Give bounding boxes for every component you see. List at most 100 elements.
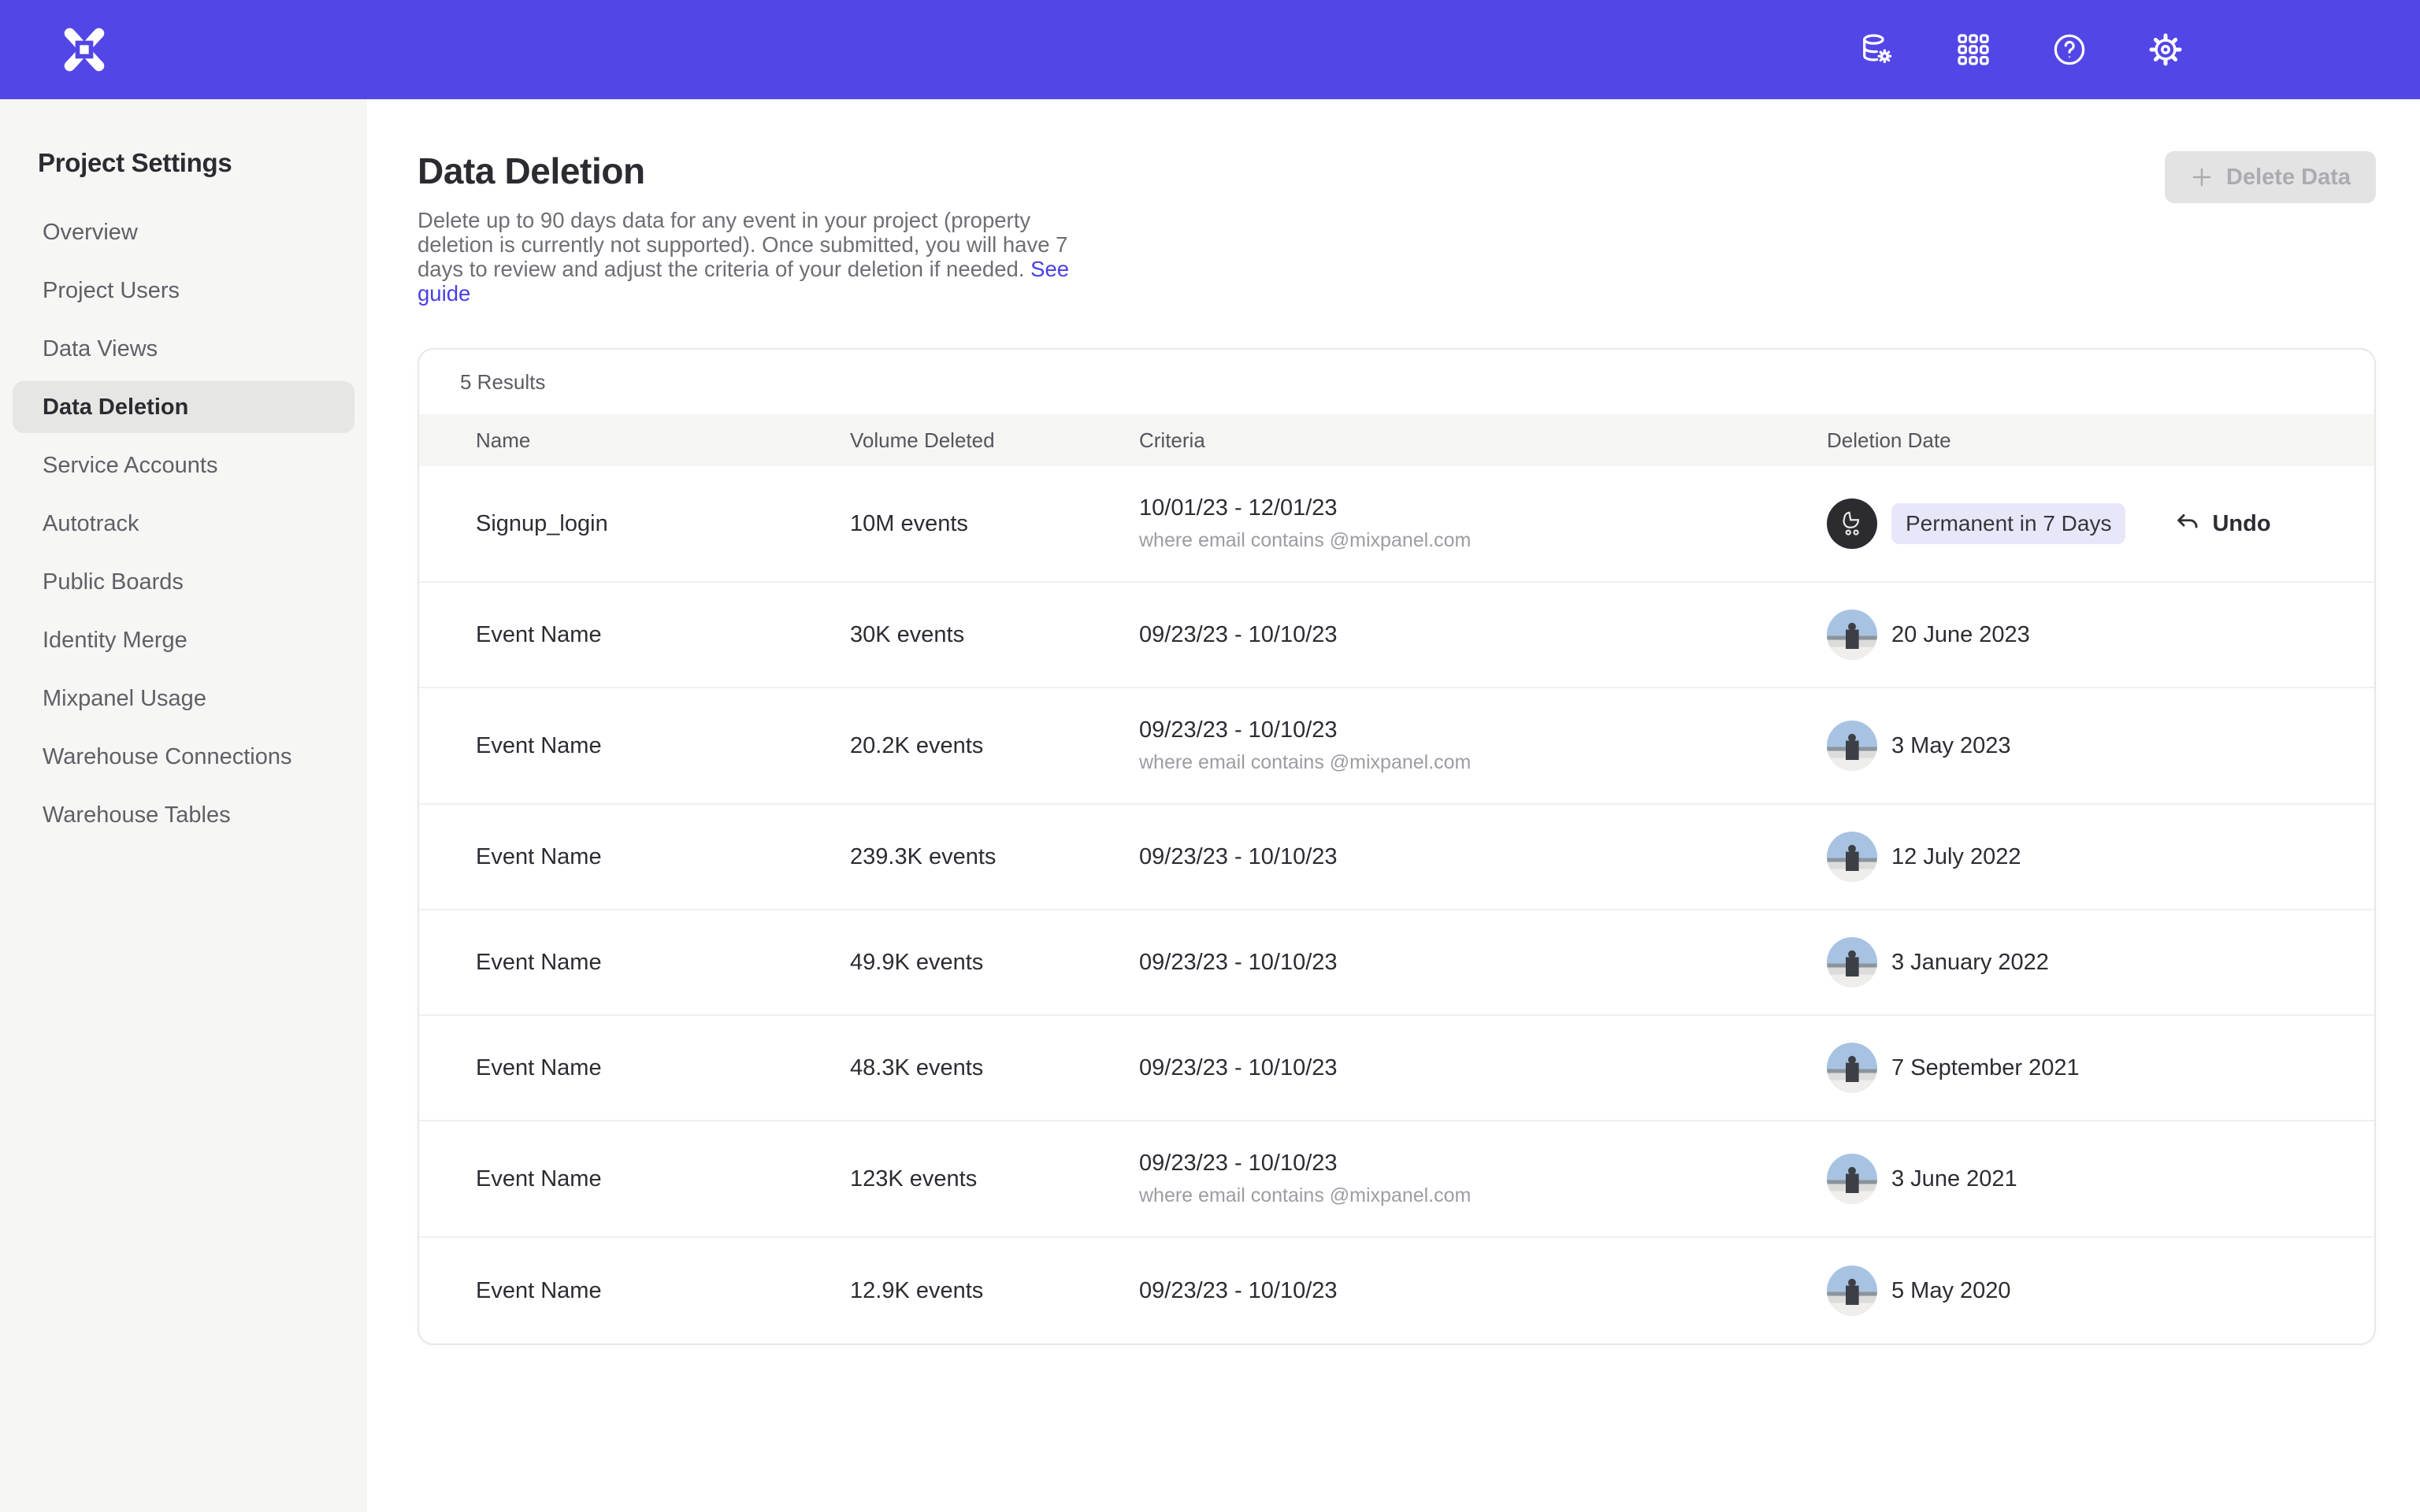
- avatar-illustration: [1837, 509, 1867, 539]
- deletion-date-cell: 3 January 2022: [1827, 937, 2343, 988]
- deletion-date-text: 3 June 2021: [1891, 1166, 2017, 1192]
- sidebar-item-autotrack[interactable]: Autotrack: [13, 498, 354, 550]
- mixpanel-logo[interactable]: [58, 24, 110, 76]
- help-icon[interactable]: [2051, 32, 2088, 68]
- table-row: Event Name 30K events 09/23/23 - 10/10/2…: [419, 583, 2374, 688]
- sidebar-item-identity-merge[interactable]: Identity Merge: [13, 614, 354, 666]
- main-content: Data Deletion Delete up to 90 days data …: [367, 99, 2420, 1512]
- user-avatar: [1827, 498, 1877, 549]
- plus-icon: [2190, 165, 2214, 189]
- page-description-text: Delete up to 90 days data for any event …: [418, 208, 1067, 281]
- volume-deleted-cell: 48.3K events: [850, 1055, 1139, 1081]
- column-header-volume: Volume Deleted: [850, 428, 1139, 453]
- criteria-cell: 10/01/23 - 12/01/23 where email contains…: [1139, 495, 1827, 552]
- event-name-cell: Event Name: [476, 1166, 850, 1192]
- top-nav: [0, 0, 2420, 99]
- criteria-range: 09/23/23 - 10/10/23: [1139, 1151, 1827, 1177]
- settings-gear-icon[interactable]: [2147, 32, 2184, 68]
- sidebar-item-label: Data Views: [43, 336, 158, 362]
- volume-deleted-cell: 49.9K events: [850, 950, 1139, 976]
- nav-icon-group: [1859, 32, 2184, 68]
- sidebar-item-project-users[interactable]: Project Users: [13, 265, 354, 317]
- sidebar-item-mixpanel-usage[interactable]: Mixpanel Usage: [13, 673, 354, 724]
- column-header-deletion-date: Deletion Date: [1827, 428, 2374, 453]
- deletion-date-cell: 3 June 2021: [1827, 1154, 2343, 1204]
- criteria-range: 09/23/23 - 10/10/23: [1139, 1055, 1827, 1081]
- user-avatar: [1827, 1266, 1877, 1316]
- undo-button[interactable]: Undo: [2174, 510, 2270, 537]
- deletion-date-text: 5 May 2020: [1891, 1278, 2011, 1304]
- volume-deleted-cell: 239.3K events: [850, 844, 1139, 870]
- column-header-criteria: Criteria: [1139, 428, 1827, 453]
- sidebar-nav: Overview Project Users Data Views Data D…: [13, 206, 354, 841]
- deletion-date-cell: 7 September 2021: [1827, 1043, 2343, 1093]
- criteria-range: 09/23/23 - 10/10/23: [1139, 1278, 1827, 1304]
- criteria-cell: 09/23/23 - 10/10/23: [1139, 1278, 1827, 1304]
- criteria-range: 09/23/23 - 10/10/23: [1139, 717, 1827, 743]
- apps-grid-icon[interactable]: [1955, 32, 1991, 68]
- user-avatar: [1827, 721, 1877, 771]
- deletion-date-text: 3 May 2023: [1891, 733, 2011, 759]
- user-avatar: [1827, 1154, 1877, 1204]
- deletion-date-cell: Permanent in 7 Days Undo: [1827, 498, 2343, 549]
- table-row: Event Name 48.3K events 09/23/23 - 10/10…: [419, 1016, 2374, 1121]
- criteria-cell: 09/23/23 - 10/10/23 where email contains…: [1139, 1151, 1827, 1207]
- delete-data-label: Delete Data: [2226, 165, 2351, 191]
- user-avatar: [1827, 610, 1877, 660]
- deletion-table-card: 5 Results Name Volume Deleted Criteria D…: [418, 348, 2376, 1345]
- volume-deleted-cell: 30K events: [850, 622, 1139, 648]
- criteria-range: 09/23/23 - 10/10/23: [1139, 950, 1827, 976]
- undo-icon: [2174, 510, 2201, 537]
- table-row: Event Name 239.3K events 09/23/23 - 10/1…: [419, 805, 2374, 910]
- criteria-range: 09/23/23 - 10/10/23: [1139, 844, 1827, 870]
- criteria-range: 09/23/23 - 10/10/23: [1139, 622, 1827, 648]
- volume-deleted-cell: 20.2K events: [850, 733, 1139, 759]
- sidebar-item-label: Warehouse Connections: [43, 744, 292, 770]
- volume-deleted-cell: 10M events: [850, 511, 1139, 537]
- table-row: Signup_login 10M events 10/01/23 - 12/01…: [419, 466, 2374, 583]
- sidebar-item-warehouse-connections[interactable]: Warehouse Connections: [13, 731, 354, 783]
- sidebar-item-label: Project Users: [43, 278, 180, 304]
- volume-deleted-cell: 12.9K events: [850, 1278, 1139, 1304]
- criteria-cell: 09/23/23 - 10/10/23: [1139, 844, 1827, 870]
- deletion-date-text: 12 July 2022: [1891, 844, 2021, 870]
- criteria-cell: 09/23/23 - 10/10/23: [1139, 950, 1827, 976]
- status-badge: Permanent in 7 Days: [1891, 503, 2125, 544]
- event-name-cell: Event Name: [476, 1055, 850, 1081]
- table-row: Event Name 123K events 09/23/23 - 10/10/…: [419, 1121, 2374, 1238]
- event-name-cell: Event Name: [476, 1278, 850, 1304]
- table-row: Event Name 49.9K events 09/23/23 - 10/10…: [419, 910, 2374, 1016]
- sidebar-item-label: Public Boards: [43, 569, 184, 595]
- criteria-filter: where email contains @mixpanel.com: [1139, 529, 1827, 552]
- sidebar-item-warehouse-tables[interactable]: Warehouse Tables: [13, 789, 354, 841]
- sidebar-item-overview[interactable]: Overview: [13, 206, 354, 258]
- sidebar-item-label: Identity Merge: [43, 628, 187, 654]
- column-header-name: Name: [476, 428, 850, 453]
- user-avatar: [1827, 1043, 1877, 1093]
- event-name-cell: Event Name: [476, 950, 850, 976]
- sidebar-item-public-boards[interactable]: Public Boards: [13, 556, 354, 608]
- sidebar-item-label: Mixpanel Usage: [43, 686, 206, 712]
- event-name-cell: Signup_login: [476, 511, 850, 537]
- data-management-icon[interactable]: [1859, 32, 1895, 68]
- page-description: Delete up to 90 days data for any event …: [418, 208, 1111, 306]
- deletion-date-cell: 12 July 2022: [1827, 832, 2343, 882]
- sidebar-item-label: Data Deletion: [43, 395, 188, 421]
- user-avatar: [1827, 937, 1877, 988]
- criteria-cell: 09/23/23 - 10/10/23: [1139, 622, 1827, 648]
- delete-data-button[interactable]: Delete Data: [2165, 151, 2376, 203]
- table-body: Signup_login 10M events 10/01/23 - 12/01…: [419, 466, 2374, 1343]
- sidebar-item-service-accounts[interactable]: Service Accounts: [13, 439, 354, 491]
- event-name-cell: Event Name: [476, 844, 850, 870]
- deletion-date-cell: 5 May 2020: [1827, 1266, 2343, 1316]
- sidebar-item-label: Autotrack: [43, 511, 139, 537]
- sidebar-item-data-views[interactable]: Data Views: [13, 323, 354, 375]
- deletion-date-cell: 20 June 2023: [1827, 610, 2343, 660]
- criteria-range: 10/01/23 - 12/01/23: [1139, 495, 1827, 521]
- deletion-date-text: 20 June 2023: [1891, 622, 2030, 648]
- sidebar-item-data-deletion[interactable]: Data Deletion: [13, 381, 354, 433]
- undo-label: Undo: [2212, 511, 2270, 537]
- table-row: Event Name 20.2K events 09/23/23 - 10/10…: [419, 688, 2374, 805]
- user-avatar: [1827, 832, 1877, 882]
- deletion-date-text: 7 September 2021: [1891, 1055, 2080, 1081]
